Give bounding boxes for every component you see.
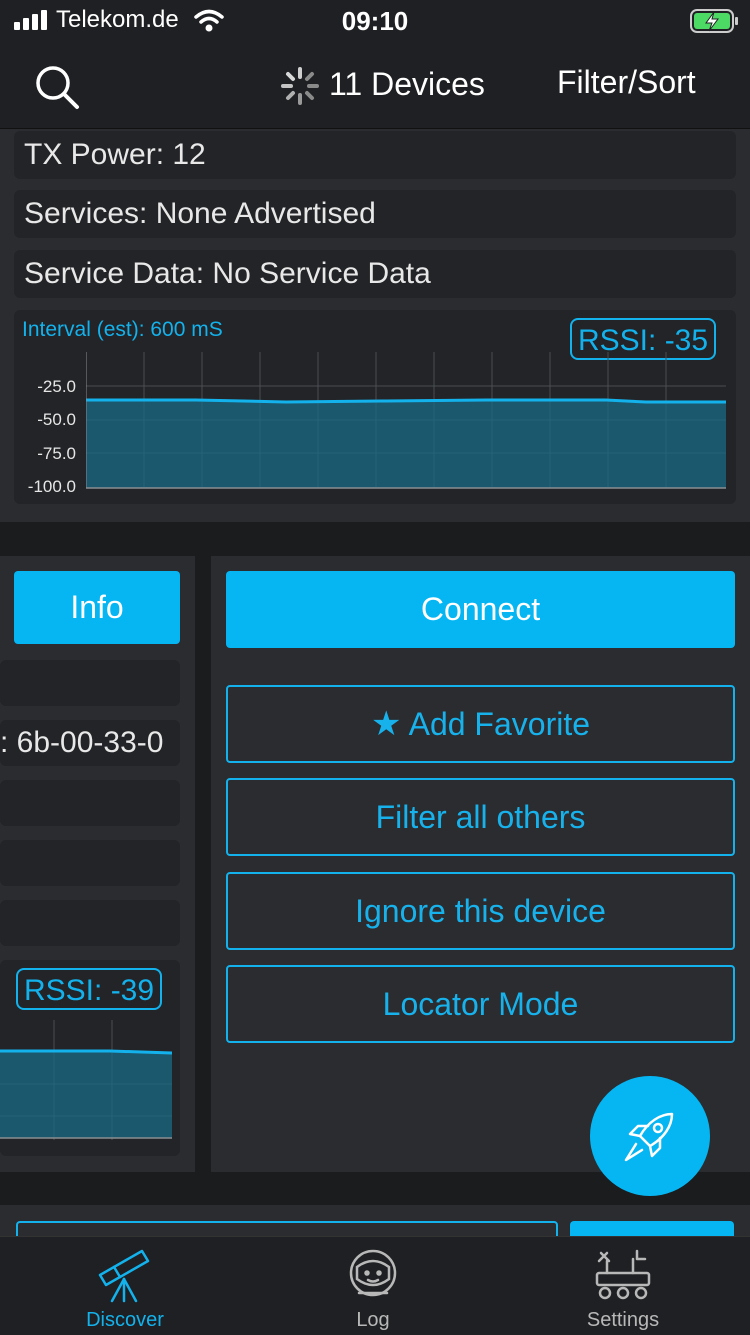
info-button[interactable]: Info — [14, 571, 180, 644]
status-time: 09:10 — [341, 6, 409, 36]
device-count-title: 11 Devices — [329, 66, 485, 102]
device-detail-card: TX Power: 12 Services: None Advertised S… — [0, 129, 750, 522]
rocket-fab-button[interactable] — [590, 1076, 710, 1196]
y-tick-label: -25.0 — [37, 377, 76, 396]
ignore-device-button[interactable]: Ignore this device — [226, 872, 735, 950]
tab-bar: Discover Log Settings — [0, 1236, 750, 1335]
tab-discover[interactable]: Discover — [50, 1237, 200, 1335]
rover-icon — [595, 1249, 651, 1300]
navigation-bar: 11 Devices Filter/Sort — [0, 44, 750, 129]
device-field — [0, 900, 180, 946]
device-field — [0, 660, 180, 706]
filter-all-others-button[interactable]: Filter all others — [226, 778, 735, 856]
tab-label: Settings — [586, 1309, 660, 1331]
rssi-graph-plot — [0, 1020, 172, 1140]
add-favorite-button[interactable]: ★ Add Favorite — [226, 685, 735, 763]
rssi-badge: RSSI: -39 — [16, 968, 163, 1010]
rssi-chart: RSSI: -39 — [0, 960, 180, 1156]
device-address-field: : 6b-00-33-0 — [0, 720, 180, 766]
star-icon: ★ — [370, 705, 402, 743]
device-card-partial: Info : 6b-00-33-0 RSSI: -39 — [0, 556, 195, 1172]
filter-sort-button[interactable]: Filter/Sort — [557, 64, 696, 101]
rssi-graph-plot — [86, 352, 726, 489]
tab-label: Log — [356, 1309, 390, 1331]
service-data-field: Service Data: No Service Data — [14, 250, 736, 298]
scanning-spinner-icon — [281, 67, 319, 105]
battery-charging-icon — [690, 9, 738, 33]
interval-estimate-label: Interval (est): 600 mS — [22, 318, 223, 341]
search-icon[interactable] — [34, 64, 80, 110]
tab-label: Discover — [86, 1309, 164, 1331]
device-field — [0, 780, 180, 826]
services-field: Services: None Advertised — [14, 190, 736, 238]
locator-mode-button[interactable]: Locator Mode — [226, 965, 735, 1043]
add-favorite-label: Add Favorite — [408, 706, 591, 742]
y-tick-label: -50.0 — [37, 410, 76, 429]
device-field — [0, 840, 180, 886]
connect-button[interactable]: Connect — [226, 571, 735, 648]
telescope-icon — [98, 1249, 150, 1303]
astronaut-icon — [349, 1249, 397, 1297]
rocket-icon — [624, 1112, 674, 1162]
y-tick-label: -75.0 — [37, 444, 76, 463]
rssi-chart: Interval (est): 600 mS RSSI: -35 -25.0 -… — [14, 310, 736, 504]
tx-power-field: TX Power: 12 — [14, 131, 736, 179]
tab-settings[interactable]: Settings — [548, 1237, 698, 1335]
y-tick-label: -100.0 — [27, 477, 76, 496]
tab-log[interactable]: Log — [298, 1237, 448, 1335]
